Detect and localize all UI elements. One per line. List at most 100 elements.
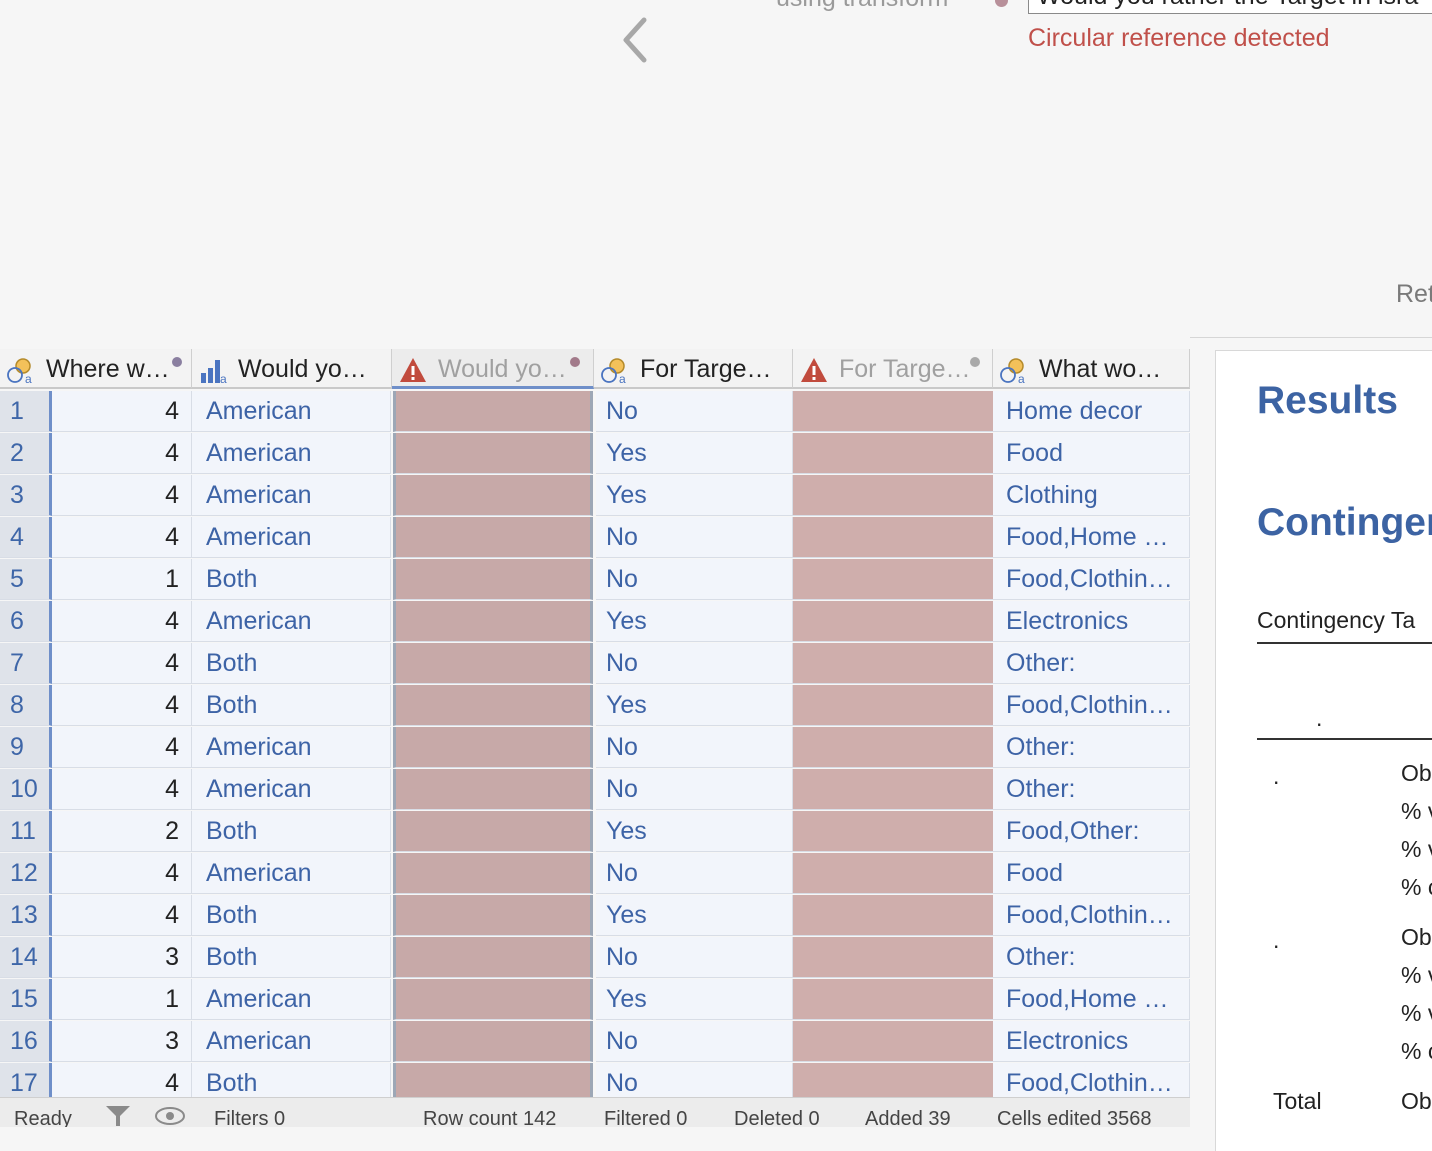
cell-what[interactable]: Other: — [993, 937, 1190, 978]
cell-for-target[interactable]: No — [596, 853, 793, 894]
eye-icon[interactable] — [154, 1104, 186, 1126]
cell-where[interactable]: 3 — [52, 1021, 192, 1062]
row-number[interactable]: 14 — [0, 937, 52, 978]
cell-would[interactable]: Both — [192, 811, 391, 852]
cell-would-transformed[interactable] — [393, 811, 593, 852]
cell-what[interactable]: Other: — [993, 727, 1190, 768]
cell-would[interactable]: American — [192, 475, 391, 516]
cell-where[interactable]: 4 — [52, 391, 192, 432]
cell-would-transformed[interactable] — [393, 853, 593, 894]
cell-would[interactable]: American — [192, 1021, 391, 1062]
cell-would-transformed[interactable] — [393, 559, 593, 600]
cell-where[interactable]: 4 — [52, 727, 192, 768]
cell-would[interactable]: Both — [192, 643, 391, 684]
column-header-where[interactable]: a Where w… — [0, 349, 192, 389]
cell-would[interactable]: Both — [192, 937, 391, 978]
cell-would-transformed[interactable] — [393, 895, 593, 936]
cell-for-target[interactable]: Yes — [596, 601, 793, 642]
cell-would-transformed[interactable] — [393, 1021, 593, 1062]
table-row[interactable]: 14 3 Both No Other: — [0, 937, 1190, 979]
cell-where[interactable]: 2 — [52, 811, 192, 852]
cell-for-target-transformed[interactable] — [793, 475, 993, 516]
cell-for-target[interactable]: No — [596, 937, 793, 978]
table-row[interactable]: 17 4 Both No Food,Clothin… — [0, 1063, 1190, 1097]
cell-what[interactable]: Food,Home … — [993, 979, 1190, 1020]
cell-would[interactable]: American — [192, 769, 391, 810]
cell-would[interactable]: Both — [192, 1063, 391, 1097]
cell-what[interactable]: Food — [993, 433, 1190, 474]
cell-would[interactable]: American — [192, 979, 391, 1020]
cell-for-target-transformed[interactable] — [793, 811, 993, 852]
cell-what[interactable]: Food,Clothin… — [993, 559, 1190, 600]
cell-where[interactable]: 4 — [52, 517, 192, 558]
cell-what[interactable]: Clothing — [993, 475, 1190, 516]
cell-would-transformed[interactable] — [393, 769, 593, 810]
row-number[interactable]: 7 — [0, 643, 52, 684]
cell-for-target[interactable]: No — [596, 643, 793, 684]
cell-for-target[interactable]: Yes — [596, 811, 793, 852]
cell-for-target-transformed[interactable] — [793, 391, 993, 432]
row-number[interactable]: 9 — [0, 727, 52, 768]
column-header-for-target-transformed[interactable]: For Targe… — [793, 349, 993, 389]
cell-what[interactable]: Other: — [993, 643, 1190, 684]
row-number[interactable]: 16 — [0, 1021, 52, 1062]
chevron-left-icon[interactable] — [614, 14, 658, 66]
cell-for-target-transformed[interactable] — [793, 1063, 993, 1097]
cell-where[interactable]: 1 — [52, 559, 192, 600]
cell-what[interactable]: Food,Clothin… — [993, 1063, 1190, 1097]
transform-formula-input[interactable]: Would you rather the Target in isra — [1028, 0, 1432, 14]
cell-for-target-transformed[interactable] — [793, 895, 993, 936]
table-row[interactable]: 13 4 Both Yes Food,Clothin… — [0, 895, 1190, 937]
row-number[interactable]: 11 — [0, 811, 52, 852]
cell-would[interactable]: American — [192, 727, 391, 768]
column-header-for-target[interactable]: a For Targe… — [594, 349, 793, 389]
table-row[interactable]: 16 3 American No Electronics — [0, 1021, 1190, 1063]
cell-would-transformed[interactable] — [393, 1063, 593, 1097]
cell-would-transformed[interactable] — [393, 643, 593, 684]
cell-for-target[interactable]: No — [596, 391, 793, 432]
cell-what[interactable]: Food — [993, 853, 1190, 894]
table-row[interactable]: 3 4 American Yes Clothing — [0, 475, 1190, 517]
cell-what[interactable]: Food,Clothin… — [993, 895, 1190, 936]
cell-would[interactable]: American — [192, 517, 391, 558]
cell-where[interactable]: 4 — [52, 643, 192, 684]
cell-for-target-transformed[interactable] — [793, 1021, 993, 1062]
cell-for-target[interactable]: Yes — [596, 433, 793, 474]
table-row[interactable]: 9 4 American No Other: — [0, 727, 1190, 769]
cell-would[interactable]: Both — [192, 895, 391, 936]
cell-for-target-transformed[interactable] — [793, 685, 993, 726]
cell-what[interactable]: Food,Home … — [993, 517, 1190, 558]
cell-for-target-transformed[interactable] — [793, 727, 993, 768]
table-row[interactable]: 15 1 American Yes Food,Home … — [0, 979, 1190, 1021]
row-number[interactable]: 15 — [0, 979, 52, 1020]
table-row[interactable]: 5 1 Both No Food,Clothin… — [0, 559, 1190, 601]
column-header-would-transformed[interactable]: Would yo… — [392, 349, 594, 389]
row-number[interactable]: 8 — [0, 685, 52, 726]
cell-where[interactable]: 3 — [52, 937, 192, 978]
cell-what[interactable]: Electronics — [993, 1021, 1190, 1062]
cell-for-target-transformed[interactable] — [793, 853, 993, 894]
cell-would-transformed[interactable] — [393, 937, 593, 978]
cell-for-target[interactable]: No — [596, 1063, 793, 1097]
column-header-what[interactable]: a What wo… — [993, 349, 1190, 389]
cell-would-transformed[interactable] — [393, 601, 593, 642]
cell-would[interactable]: Both — [192, 559, 391, 600]
table-row[interactable]: 7 4 Both No Other: — [0, 643, 1190, 685]
row-number[interactable]: 13 — [0, 895, 52, 936]
cell-where[interactable]: 1 — [52, 979, 192, 1020]
cell-for-target[interactable]: No — [596, 769, 793, 810]
row-number[interactable]: 1 — [0, 391, 52, 432]
row-number[interactable]: 10 — [0, 769, 52, 810]
row-number[interactable]: 5 — [0, 559, 52, 600]
cell-where[interactable]: 4 — [52, 769, 192, 810]
cell-what[interactable]: Food,Clothin… — [993, 685, 1190, 726]
cell-for-target[interactable]: Yes — [596, 895, 793, 936]
row-number[interactable]: 17 — [0, 1063, 52, 1097]
cell-for-target[interactable]: No — [596, 727, 793, 768]
cell-what[interactable]: Food,Other: — [993, 811, 1190, 852]
cell-would[interactable]: American — [192, 433, 391, 474]
cell-where[interactable]: 4 — [52, 475, 192, 516]
cell-would-transformed[interactable] — [393, 475, 593, 516]
cell-would[interactable]: American — [192, 853, 391, 894]
table-row[interactable]: 8 4 Both Yes Food,Clothin… — [0, 685, 1190, 727]
